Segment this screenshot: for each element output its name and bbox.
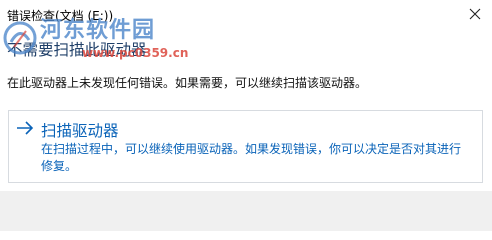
scan-drive-title: 扫描驱动器 <box>41 122 119 140</box>
close-button[interactable] <box>458 0 492 28</box>
window-title: 错误检查(文档 (E:)) <box>7 9 114 23</box>
status-message: 在此驱动器上未发现任何错误。如果需要，可以继续扫描该驱动器。 <box>7 76 368 90</box>
scan-drive-description: 在扫描过程中，可以继续使用驱动器。如果发现错误，你可以决定是否对其进行修复。 <box>41 142 462 173</box>
arrow-right-icon <box>17 121 34 135</box>
dialog-footer <box>0 191 492 231</box>
close-icon <box>469 8 481 20</box>
error-check-dialog: 错误检查(文档 (E:)) 不需要扫描此驱动器 在此驱动器上未发现任何错误。如果… <box>0 0 492 231</box>
title-bar: 错误检查(文档 (E:)) <box>0 0 492 28</box>
scan-drive-option[interactable]: 扫描驱动器 在扫描过程中，可以继续使用驱动器。如果发现错误，你可以决定是否对其进… <box>8 110 483 183</box>
page-heading: 不需要扫描此驱动器 <box>7 41 147 59</box>
